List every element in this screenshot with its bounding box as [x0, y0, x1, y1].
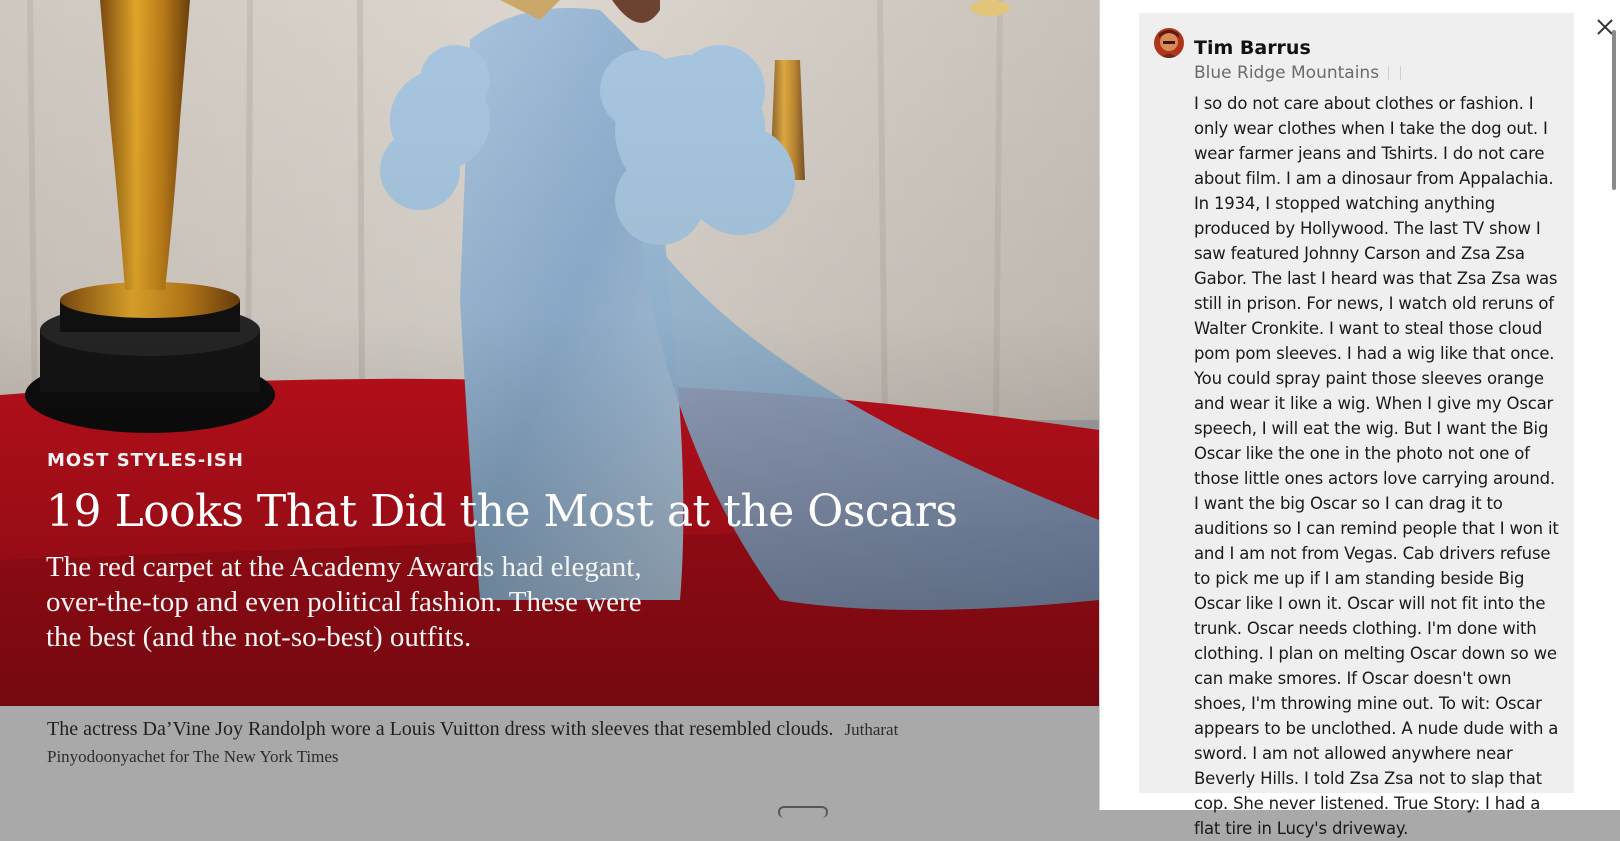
scroll-indicator [778, 806, 828, 818]
comment-card: Tim Barrus Blue Ridge Mountains I so do … [1139, 13, 1574, 838]
article-hero: MOST STYLES-ISH 19 Looks That Did the Mo… [0, 0, 1099, 706]
drawer-scrollbar[interactable] [1612, 30, 1616, 190]
avatar[interactable] [1154, 28, 1184, 58]
photo-caption: The actress Da’Vine Joy Randolph wore a … [47, 716, 947, 770]
comment-author[interactable]: Tim Barrus [1194, 37, 1311, 59]
comment-location-line: Blue Ridge Mountains [1194, 63, 1402, 83]
comment-body: I so do not care about clothes or fashio… [1194, 94, 1559, 838]
meta-divider [1388, 66, 1390, 80]
article-headline: 19 Looks That Did the Most at the Oscars [46, 486, 958, 537]
section-kicker[interactable]: MOST STYLES-ISH [47, 450, 244, 471]
caption-text: The actress Da’Vine Joy Randolph wore a … [47, 718, 834, 740]
comment-location: Blue Ridge Mountains [1194, 63, 1380, 83]
avatar-image [1154, 28, 1184, 58]
meta-divider [1400, 66, 1402, 80]
article-summary: The red carpet at the Academy Awards had… [46, 551, 642, 653]
